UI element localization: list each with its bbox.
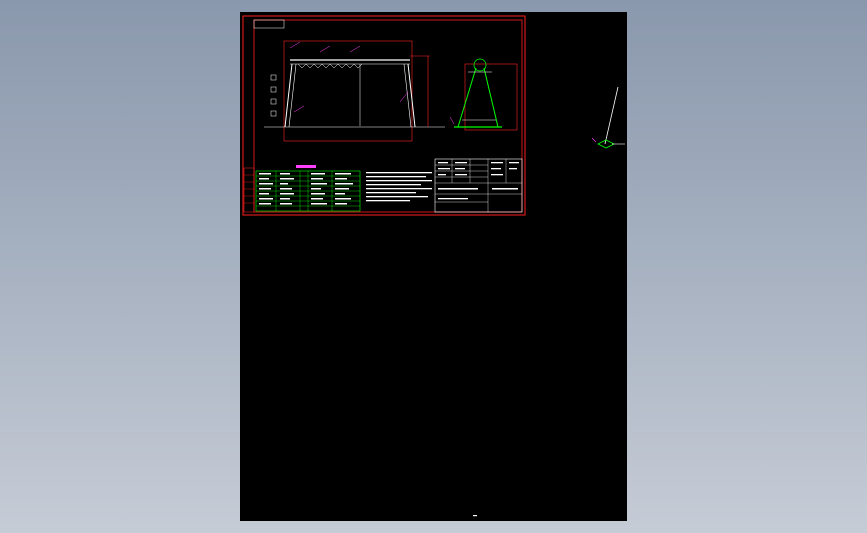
detail-mark-1 (270, 74, 277, 81)
front-view-dim-box (283, 40, 413, 142)
revision-box (243, 167, 255, 213)
detail-mark-4 (270, 110, 277, 117)
detail-mark-2 (270, 86, 277, 93)
table-heading (296, 165, 316, 168)
left-leg-a (284, 63, 293, 128)
crane-front-view (264, 40, 445, 142)
side-leader (449, 116, 455, 125)
revision-column (243, 167, 255, 213)
leader-5 (293, 105, 305, 113)
leader-1 (289, 41, 301, 49)
leader-3 (349, 45, 361, 53)
corner-box (253, 19, 285, 29)
notes-block (366, 172, 432, 202)
title-cell-text (438, 162, 519, 200)
leader-4 (399, 91, 409, 103)
sketch-leader (591, 137, 597, 143)
title-block (434, 158, 523, 213)
drawing-canvas[interactable] (240, 12, 627, 521)
girder-truss (297, 63, 363, 69)
right-leg-a (407, 63, 416, 128)
side-leg-right (483, 67, 499, 128)
detail-mark-3 (270, 98, 277, 105)
cad-viewport[interactable] (0, 0, 867, 533)
crane-side-view (449, 58, 518, 131)
left-leg-b (288, 63, 297, 128)
leader-2 (319, 45, 331, 53)
parameter-table (255, 170, 361, 212)
drawing-sheet[interactable] (240, 12, 627, 521)
loose-sketch (591, 86, 625, 149)
side-leg-left (457, 67, 477, 128)
bottom-marker (473, 515, 477, 517)
title-block-border (434, 158, 523, 213)
param-cell-text (259, 173, 353, 205)
sketch-line (604, 86, 619, 145)
